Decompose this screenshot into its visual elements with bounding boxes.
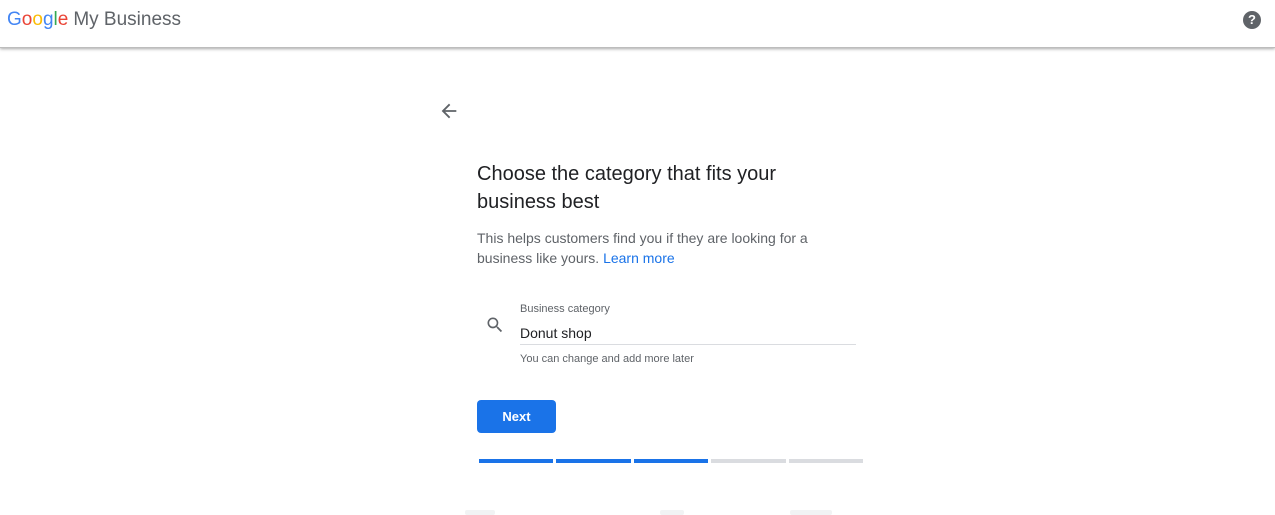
offscreen-content bbox=[790, 510, 832, 515]
progress-segment bbox=[788, 459, 864, 463]
app-header: Google My Business ? bbox=[0, 0, 1275, 48]
progress-segment bbox=[556, 459, 631, 463]
progress-bar bbox=[479, 459, 864, 463]
page-title: Choose the category that fits your busin… bbox=[477, 163, 777, 213]
learn-more-link[interactable]: Learn more bbox=[603, 250, 675, 266]
google-wordmark: Google bbox=[7, 9, 69, 30]
page-description: This helps customers find you if they ar… bbox=[477, 228, 837, 268]
offscreen-content bbox=[660, 510, 684, 515]
google-my-business-logo[interactable]: Google My Business bbox=[7, 9, 181, 31]
search-icon bbox=[485, 315, 505, 335]
category-field-label: Business category bbox=[520, 303, 610, 315]
category-field-hint: You can change and add more later bbox=[520, 353, 694, 365]
offscreen-content bbox=[465, 510, 495, 515]
progress-segment bbox=[711, 459, 786, 463]
arrow-back-icon[interactable] bbox=[438, 100, 460, 122]
progress-segment bbox=[479, 459, 554, 463]
product-name: My Business bbox=[73, 9, 182, 30]
progress-segment bbox=[633, 459, 709, 463]
next-button[interactable]: Next bbox=[477, 400, 556, 433]
business-category-input[interactable] bbox=[520, 322, 856, 345]
help-icon[interactable]: ? bbox=[1243, 11, 1261, 29]
